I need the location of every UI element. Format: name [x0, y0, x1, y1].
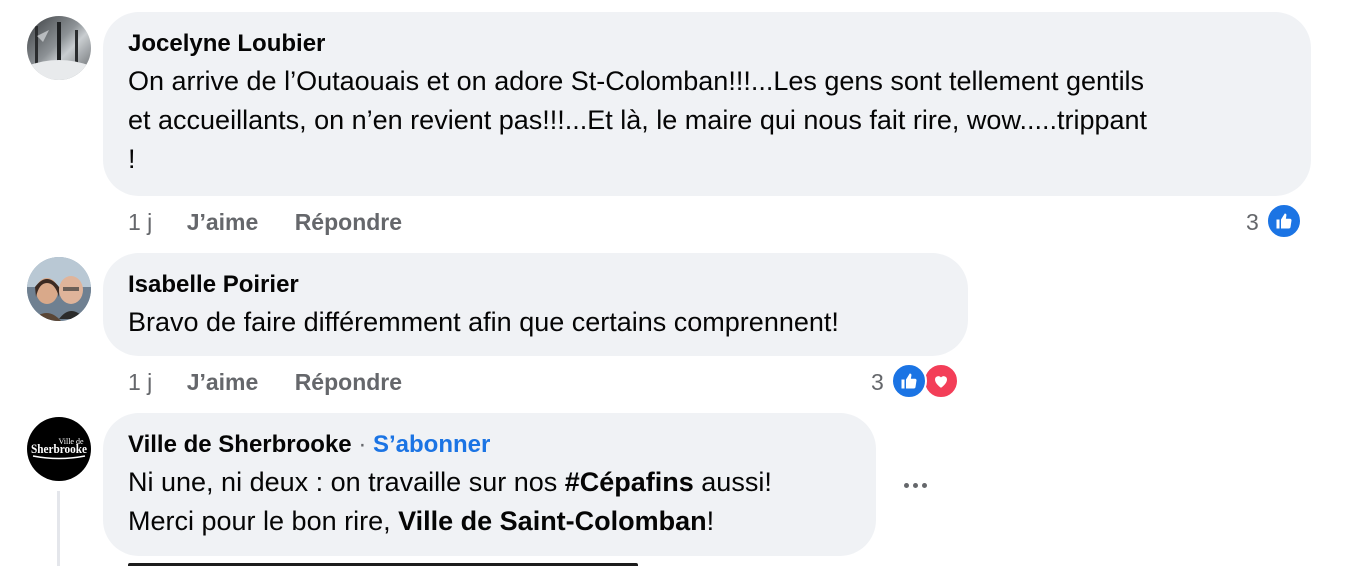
avatar-ville-de-sherbrooke[interactable]: Ville de Sherbrooke [27, 417, 91, 481]
hashtag-link[interactable]: #Cépafins [565, 467, 694, 497]
separator-dot: · [358, 431, 367, 458]
comment-author[interactable]: Ville de Sherbrooke [128, 431, 352, 458]
comment-text-line: Ni une, ni deux : on travaille sur nos #… [128, 463, 868, 502]
avatar-isabelle-poirier[interactable] [27, 257, 91, 321]
reaction-count: 3 [1246, 209, 1259, 235]
like-button[interactable]: J’aime [187, 369, 259, 395]
reply-button[interactable]: Répondre [295, 369, 402, 395]
like-icon [891, 363, 927, 399]
thread-line [57, 491, 60, 566]
text-segment: Ni une, ni deux : on travaille sur nos [128, 467, 565, 497]
sherbrooke-logo: Ville de Sherbrooke [31, 437, 87, 460]
reaction-count: 3 [871, 369, 884, 395]
comment-text-line: et accueillants, on n’en revient pas!!!.… [128, 105, 1148, 135]
love-icon [923, 363, 959, 399]
comment-text-line: Bravo de faire différemment afin que cer… [128, 307, 839, 337]
reply-button[interactable]: Répondre [295, 209, 402, 235]
comment-time[interactable]: 1 j [128, 369, 152, 395]
text-segment: aussi! [693, 467, 772, 497]
text-segment: Merci pour le bon rire, [128, 506, 399, 536]
comment-text: Ni une, ni deux : on travaille sur nos #… [128, 463, 868, 541]
page-mention-link[interactable]: Ville de Saint-Colomban [398, 506, 707, 536]
logo-text-main: Sherbrooke [31, 441, 87, 456]
comment-actions: 1 j J’aime Répondre [128, 367, 402, 397]
like-icon [1266, 203, 1302, 239]
avatar-jocelyne-loubier[interactable] [27, 16, 91, 80]
ellipsis-icon[interactable] [898, 472, 932, 498]
text-segment: ! [706, 506, 715, 536]
comment-text: Bravo de faire différemment afin que cer… [128, 303, 958, 342]
comment-actions: 1 j J’aime Répondre [128, 207, 402, 237]
comment-header: Ville de Sherbrooke · S’abonner [128, 430, 490, 460]
follow-button[interactable]: S’abonner [373, 431, 490, 458]
comment-text-line: On arrive de l’Outaouais et on adore St-… [128, 66, 1145, 96]
comment-author[interactable]: Isabelle Poirier [128, 270, 299, 300]
comment-time[interactable]: 1 j [128, 209, 152, 235]
comment-author[interactable]: Jocelyne Loubier [128, 29, 325, 59]
comment-text-line: Merci pour le bon rire, Ville de Saint-C… [128, 502, 868, 541]
like-button[interactable]: J’aime [187, 209, 259, 235]
comment-text: On arrive de l’Outaouais et on adore St-… [128, 62, 1298, 179]
comment-text-line: ! [128, 144, 136, 174]
